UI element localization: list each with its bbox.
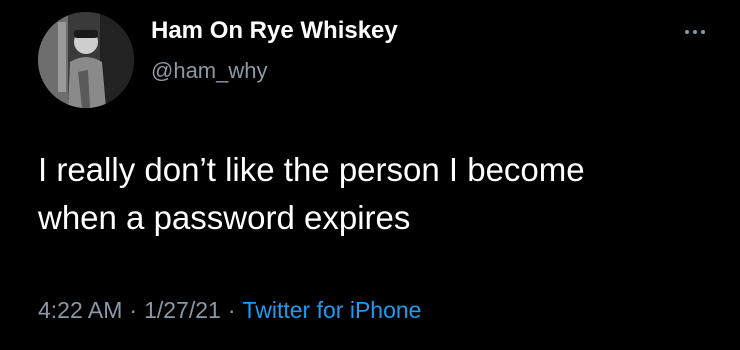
tweet-card: Ham On Rye Whiskey @ham_why I really don… — [0, 0, 740, 350]
meta-separator: · — [129, 297, 138, 323]
avatar[interactable] — [38, 12, 134, 108]
profile-photo-icon — [38, 12, 134, 108]
user-handle[interactable]: @ham_why — [151, 58, 268, 84]
meta-separator: · — [227, 297, 236, 323]
tweet-text: I really don’t like the person I become … — [38, 146, 718, 242]
tweet-date[interactable]: 1/27/21 — [144, 297, 221, 323]
tweet-meta: 4:22 AM · 1/27/21 · Twitter for iPhone — [38, 297, 421, 324]
tweet-text-line: when a password expires — [38, 199, 411, 236]
tweet-source-link[interactable]: Twitter for iPhone — [242, 297, 421, 323]
tweet-time[interactable]: 4:22 AM — [38, 297, 122, 323]
display-name[interactable]: Ham On Rye Whiskey — [151, 17, 398, 45]
tweet-text-line: I really don’t like the person I become — [38, 151, 585, 188]
more-options-icon[interactable] — [680, 22, 710, 42]
